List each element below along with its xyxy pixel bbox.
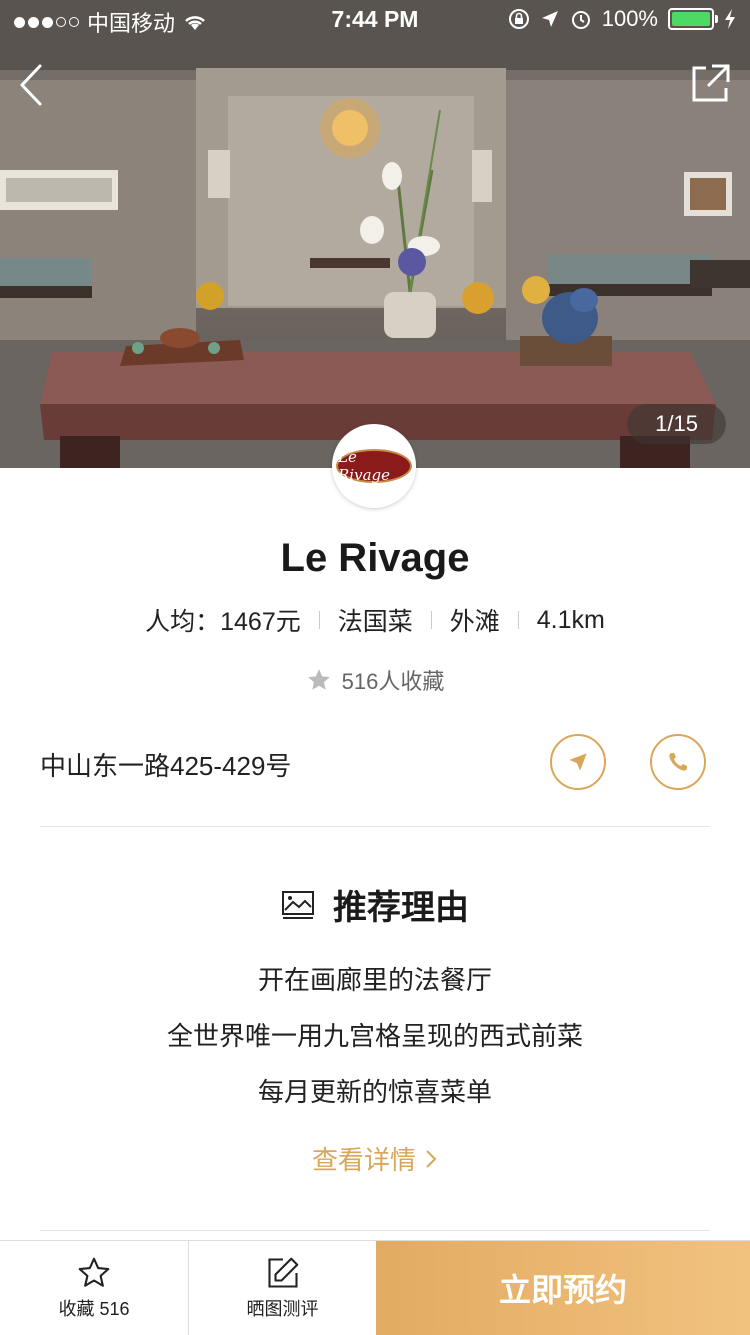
meta-divider — [517, 611, 519, 629]
share-icon[interactable] — [688, 62, 732, 106]
reason-item: 开在画廊里的法餐厅 — [257, 965, 492, 995]
view-details-link[interactable]: 查看详情 — [0, 1140, 750, 1177]
star-outline-icon — [78, 1257, 110, 1287]
battery-percent: 100% — [601, 6, 658, 31]
call-button[interactable] — [650, 734, 706, 790]
section-divider — [40, 826, 710, 827]
restaurant-meta: 人均：1467元 法国菜 外滩 4.1km — [0, 602, 750, 638]
section-divider — [40, 1230, 710, 1231]
area-tag: 外滩 — [449, 608, 500, 636]
collect-label: 收藏 516 — [58, 1299, 130, 1319]
reason-item: 每月更新的惊喜菜单 — [257, 1077, 492, 1107]
meta-divider — [430, 611, 432, 629]
meta-divider — [318, 611, 320, 629]
back-arrow-icon[interactable] — [14, 60, 54, 110]
logo-wordmark: Le Rivage — [336, 448, 412, 484]
view-details-label: 查看详情 — [311, 1145, 416, 1175]
navigation-arrow-icon — [569, 753, 587, 771]
restaurant-logo: Le Rivage — [332, 424, 416, 508]
phone-icon — [669, 753, 687, 771]
average-price: 人均：1467元 — [145, 608, 301, 636]
address-text[interactable]: 中山东一路425-429号 — [40, 746, 291, 783]
chevron-right-icon — [426, 1149, 437, 1168]
distance: 4.1km — [536, 605, 605, 634]
location-arrow-icon — [541, 11, 558, 27]
alarm-icon — [571, 11, 590, 29]
battery-icon — [668, 8, 718, 30]
favorites-count: 516人收藏 — [0, 664, 750, 696]
write-review-button[interactable]: 晒图测评 — [189, 1241, 376, 1335]
picture-icon — [282, 890, 314, 919]
edit-icon — [267, 1257, 298, 1288]
favorites-label: 516人收藏 — [341, 669, 445, 694]
gallery-room-illustration — [0, 0, 750, 468]
review-label: 晒图测评 — [246, 1299, 319, 1319]
recommend-heading: 推荐理由 — [0, 880, 750, 929]
cuisine-tag: 法国菜 — [337, 608, 413, 636]
star-icon — [307, 669, 330, 690]
bottom-action-bar: 收藏 516 晒图测评 立即预约 — [0, 1240, 750, 1335]
navigate-button[interactable] — [550, 734, 606, 790]
rotation-lock-icon — [508, 9, 529, 29]
recommend-title: 推荐理由 — [333, 889, 469, 927]
reason-item: 全世界唯一用九宫格呈现的西式前菜 — [166, 1021, 583, 1051]
hero-photo[interactable]: 中国移动 7:44 PM 100% 1/15 — [0, 0, 750, 468]
book-now-button[interactable]: 立即预约 — [376, 1241, 750, 1335]
status-bar: 中国移动 7:44 PM 100% — [0, 0, 750, 40]
charging-bolt-icon — [725, 9, 735, 29]
restaurant-name: Le Rivage — [280, 536, 470, 580]
status-bar-right: 100% — [508, 6, 736, 32]
photo-counter: 1/15 — [627, 404, 726, 444]
collect-button[interactable]: 收藏 516 — [0, 1241, 188, 1335]
